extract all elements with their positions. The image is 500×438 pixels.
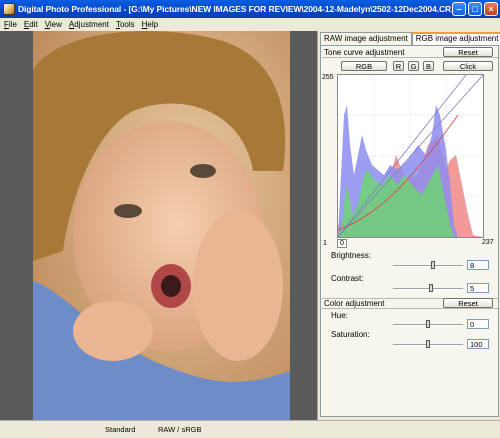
tone-curve-title: Tone curve adjustment [324,47,405,57]
image-preview-pane[interactable] [0,31,317,420]
adjustment-panel: RAW image adjustment RGB image adjustmen… [317,31,500,420]
saturation-thumb[interactable] [426,340,430,348]
status-style: Standard [105,425,136,434]
channel-b-button[interactable]: B [423,61,434,71]
color-adjustment-title: Color adjustment [324,299,385,308]
saturation-track[interactable] [393,340,463,348]
x-axis-max-label: 237 [482,239,494,246]
saturation-label: Saturation: [331,330,370,339]
saturation-value-input[interactable]: 100 [467,339,489,349]
channel-r-button[interactable]: R [393,61,404,71]
contrast-label: Contrast: [331,274,364,283]
menu-edit[interactable]: Edit [24,20,38,29]
x-axis-min-box[interactable]: 0 [337,239,347,248]
close-button[interactable]: × [484,2,498,16]
maximize-button[interactable]: □ [468,2,482,16]
contrast-value-input[interactable]: 5 [467,283,489,293]
brightness-label: Brightness: [331,251,372,260]
brightness-thumb[interactable] [431,261,435,269]
tab-raw-image-adjustment[interactable]: RAW image adjustment [320,32,412,45]
y-axis-max-label: 255 [322,74,334,81]
menu-adjustment[interactable]: Adjustment [69,20,109,29]
minimize-button[interactable]: – [452,2,466,16]
tab-rgb-image-adjustment[interactable]: RGB image adjustment [411,32,500,45]
channel-g-button[interactable]: G [408,61,419,71]
contrast-thumb[interactable] [429,284,433,292]
contrast-track[interactable] [393,284,463,292]
menu-bar: File Edit View Adjustment Tools Help [0,18,500,30]
window-title: Digital Photo Professional - [G:\My Pict… [18,4,458,14]
hue-thumb[interactable] [426,320,430,328]
tab-strip: RAW image adjustment RGB image adjustmen… [320,32,500,45]
brightness-value-input[interactable]: 8 [467,260,489,270]
color-adjustment-reset-button[interactable]: Reset [443,298,493,308]
app-icon [3,3,15,15]
hue-track[interactable] [393,320,463,328]
status-bar: Standard RAW / sRGB [0,420,500,438]
menu-tools[interactable]: Tools [116,20,135,29]
menu-file[interactable]: File [4,20,17,29]
y-axis-min-label: 1 [323,240,327,247]
histogram-svg [337,74,484,238]
title-bar: Digital Photo Professional - [G:\My Pict… [0,0,500,18]
menu-help[interactable]: Help [142,20,158,29]
window-controls: – □ × [452,2,498,16]
status-format: RAW / sRGB [158,425,202,434]
photo-preview [33,31,290,420]
hue-label: Hue: [331,311,348,320]
click-white-balance-button[interactable]: Click [443,61,493,71]
menu-view[interactable]: View [45,20,62,29]
tone-curve-reset-button[interactable]: Reset [443,47,493,57]
hue-value-input[interactable]: 0 [467,319,489,329]
tone-curve-graph[interactable] [337,74,484,238]
channel-rgb-button[interactable]: RGB [341,61,387,71]
brightness-track[interactable] [393,261,463,269]
rgb-adjustment-body: Tone curve adjustment Reset RGB R G B Cl… [320,45,499,417]
